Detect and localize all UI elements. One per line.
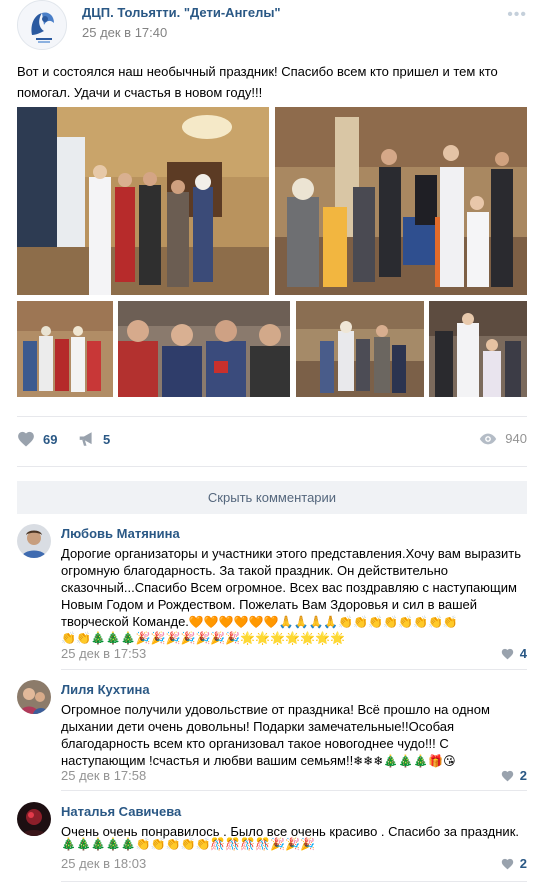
comment-like-button[interactable]: 4: [501, 646, 527, 661]
party-photo-image: [275, 107, 527, 295]
post-photo[interactable]: [275, 107, 527, 295]
post-photo[interactable]: [429, 301, 527, 397]
comment-author[interactable]: Лиля Кухтина: [61, 682, 150, 697]
like-count: 69: [43, 431, 58, 447]
repost-count: 5: [103, 431, 111, 447]
comment: Любовь Матянина Дорогие организаторы и у…: [17, 524, 527, 664]
divider: [17, 416, 527, 417]
party-photo-image: [17, 107, 269, 295]
divider: [61, 881, 527, 882]
avatar[interactable]: [17, 680, 51, 714]
divider: [61, 790, 527, 791]
post-author[interactable]: ДЦП. Тольятти. "Дети-Ангелы": [82, 5, 281, 20]
hide-comments-button[interactable]: Скрыть комментарии: [17, 481, 527, 514]
party-photo-image: [118, 301, 290, 397]
post-date[interactable]: 25 дек в 17:40: [82, 25, 167, 40]
community-avatar[interactable]: [17, 0, 67, 50]
comment-author[interactable]: Наталья Савичева: [61, 804, 181, 819]
comment-emoji: ❄❄❄🎄🎄🎄🎁😘: [353, 754, 456, 768]
heart-icon: [501, 648, 513, 659]
comment-like-button[interactable]: 2: [501, 856, 527, 871]
comment-date[interactable]: 25 дек в 17:53: [61, 646, 146, 661]
post-photo[interactable]: [17, 301, 113, 397]
views-counter: 940: [479, 431, 527, 446]
more-icon[interactable]: •••: [507, 6, 527, 24]
comment-text: Огромное получили удовольствие от праздн…: [61, 701, 527, 770]
comment: Наталья Савичева Очень очень понравилось…: [17, 802, 527, 878]
comment-like-count: 2: [519, 768, 527, 783]
heart-icon: [18, 431, 34, 447]
heart-icon: [501, 858, 513, 869]
avatar[interactable]: [17, 802, 51, 836]
avatar[interactable]: [17, 524, 51, 558]
comment-text: Дорогие организаторы и участники этого п…: [61, 545, 527, 631]
party-photo-image: [429, 301, 527, 397]
post-text: Вот и состоялся наш необычный праздник! …: [17, 64, 498, 100]
views-count: 940: [505, 431, 527, 446]
divider: [17, 466, 527, 467]
heart-icon: [501, 770, 513, 781]
like-button[interactable]: 69: [17, 431, 57, 447]
comment-like-count: 4: [519, 646, 527, 661]
eye-icon: [480, 433, 497, 444]
comment-emoji: 🧡🧡🧡🧡🧡🧡🙏🙏🙏🙏👏👏👏👏👏👏👏👏: [188, 615, 458, 629]
post-header: ДЦП. Тольятти. "Дети-Ангелы" 25 дек в 17…: [17, 0, 527, 52]
share-button[interactable]: 5: [78, 431, 110, 447]
comment-emoji-line: 👏👏🎄🎄🎄🎉🎉🎉🎉🎉🎉🎉🌟🌟🌟🌟🌟🌟🌟: [61, 631, 345, 645]
comment: Лиля Кухтина Огромное получили удовольст…: [17, 680, 527, 790]
megaphone-icon: [79, 432, 92, 446]
comment-like-button[interactable]: 2: [501, 768, 527, 783]
avatar-image: [17, 524, 51, 558]
post-photo[interactable]: [118, 301, 290, 397]
party-photo-image: [17, 301, 113, 397]
avatar-image: [17, 680, 51, 714]
comment-author[interactable]: Любовь Матянина: [61, 526, 180, 541]
community-logo-icon: [18, 1, 66, 49]
comment-date[interactable]: 25 дек в 18:03: [61, 856, 146, 871]
divider: [61, 669, 527, 670]
post-photo[interactable]: [296, 301, 424, 397]
comment-like-count: 2: [519, 856, 527, 871]
avatar-image: [17, 802, 51, 836]
post-photo[interactable]: [17, 107, 269, 295]
comment-date[interactable]: 25 дек в 17:58: [61, 768, 146, 783]
comment-emoji-line: 🎄🎄🎄🎄🎄👏👏👏👏👏🎊🎊🎊🎊🎉🎉🎉: [61, 837, 316, 851]
party-photo-image: [296, 301, 424, 397]
